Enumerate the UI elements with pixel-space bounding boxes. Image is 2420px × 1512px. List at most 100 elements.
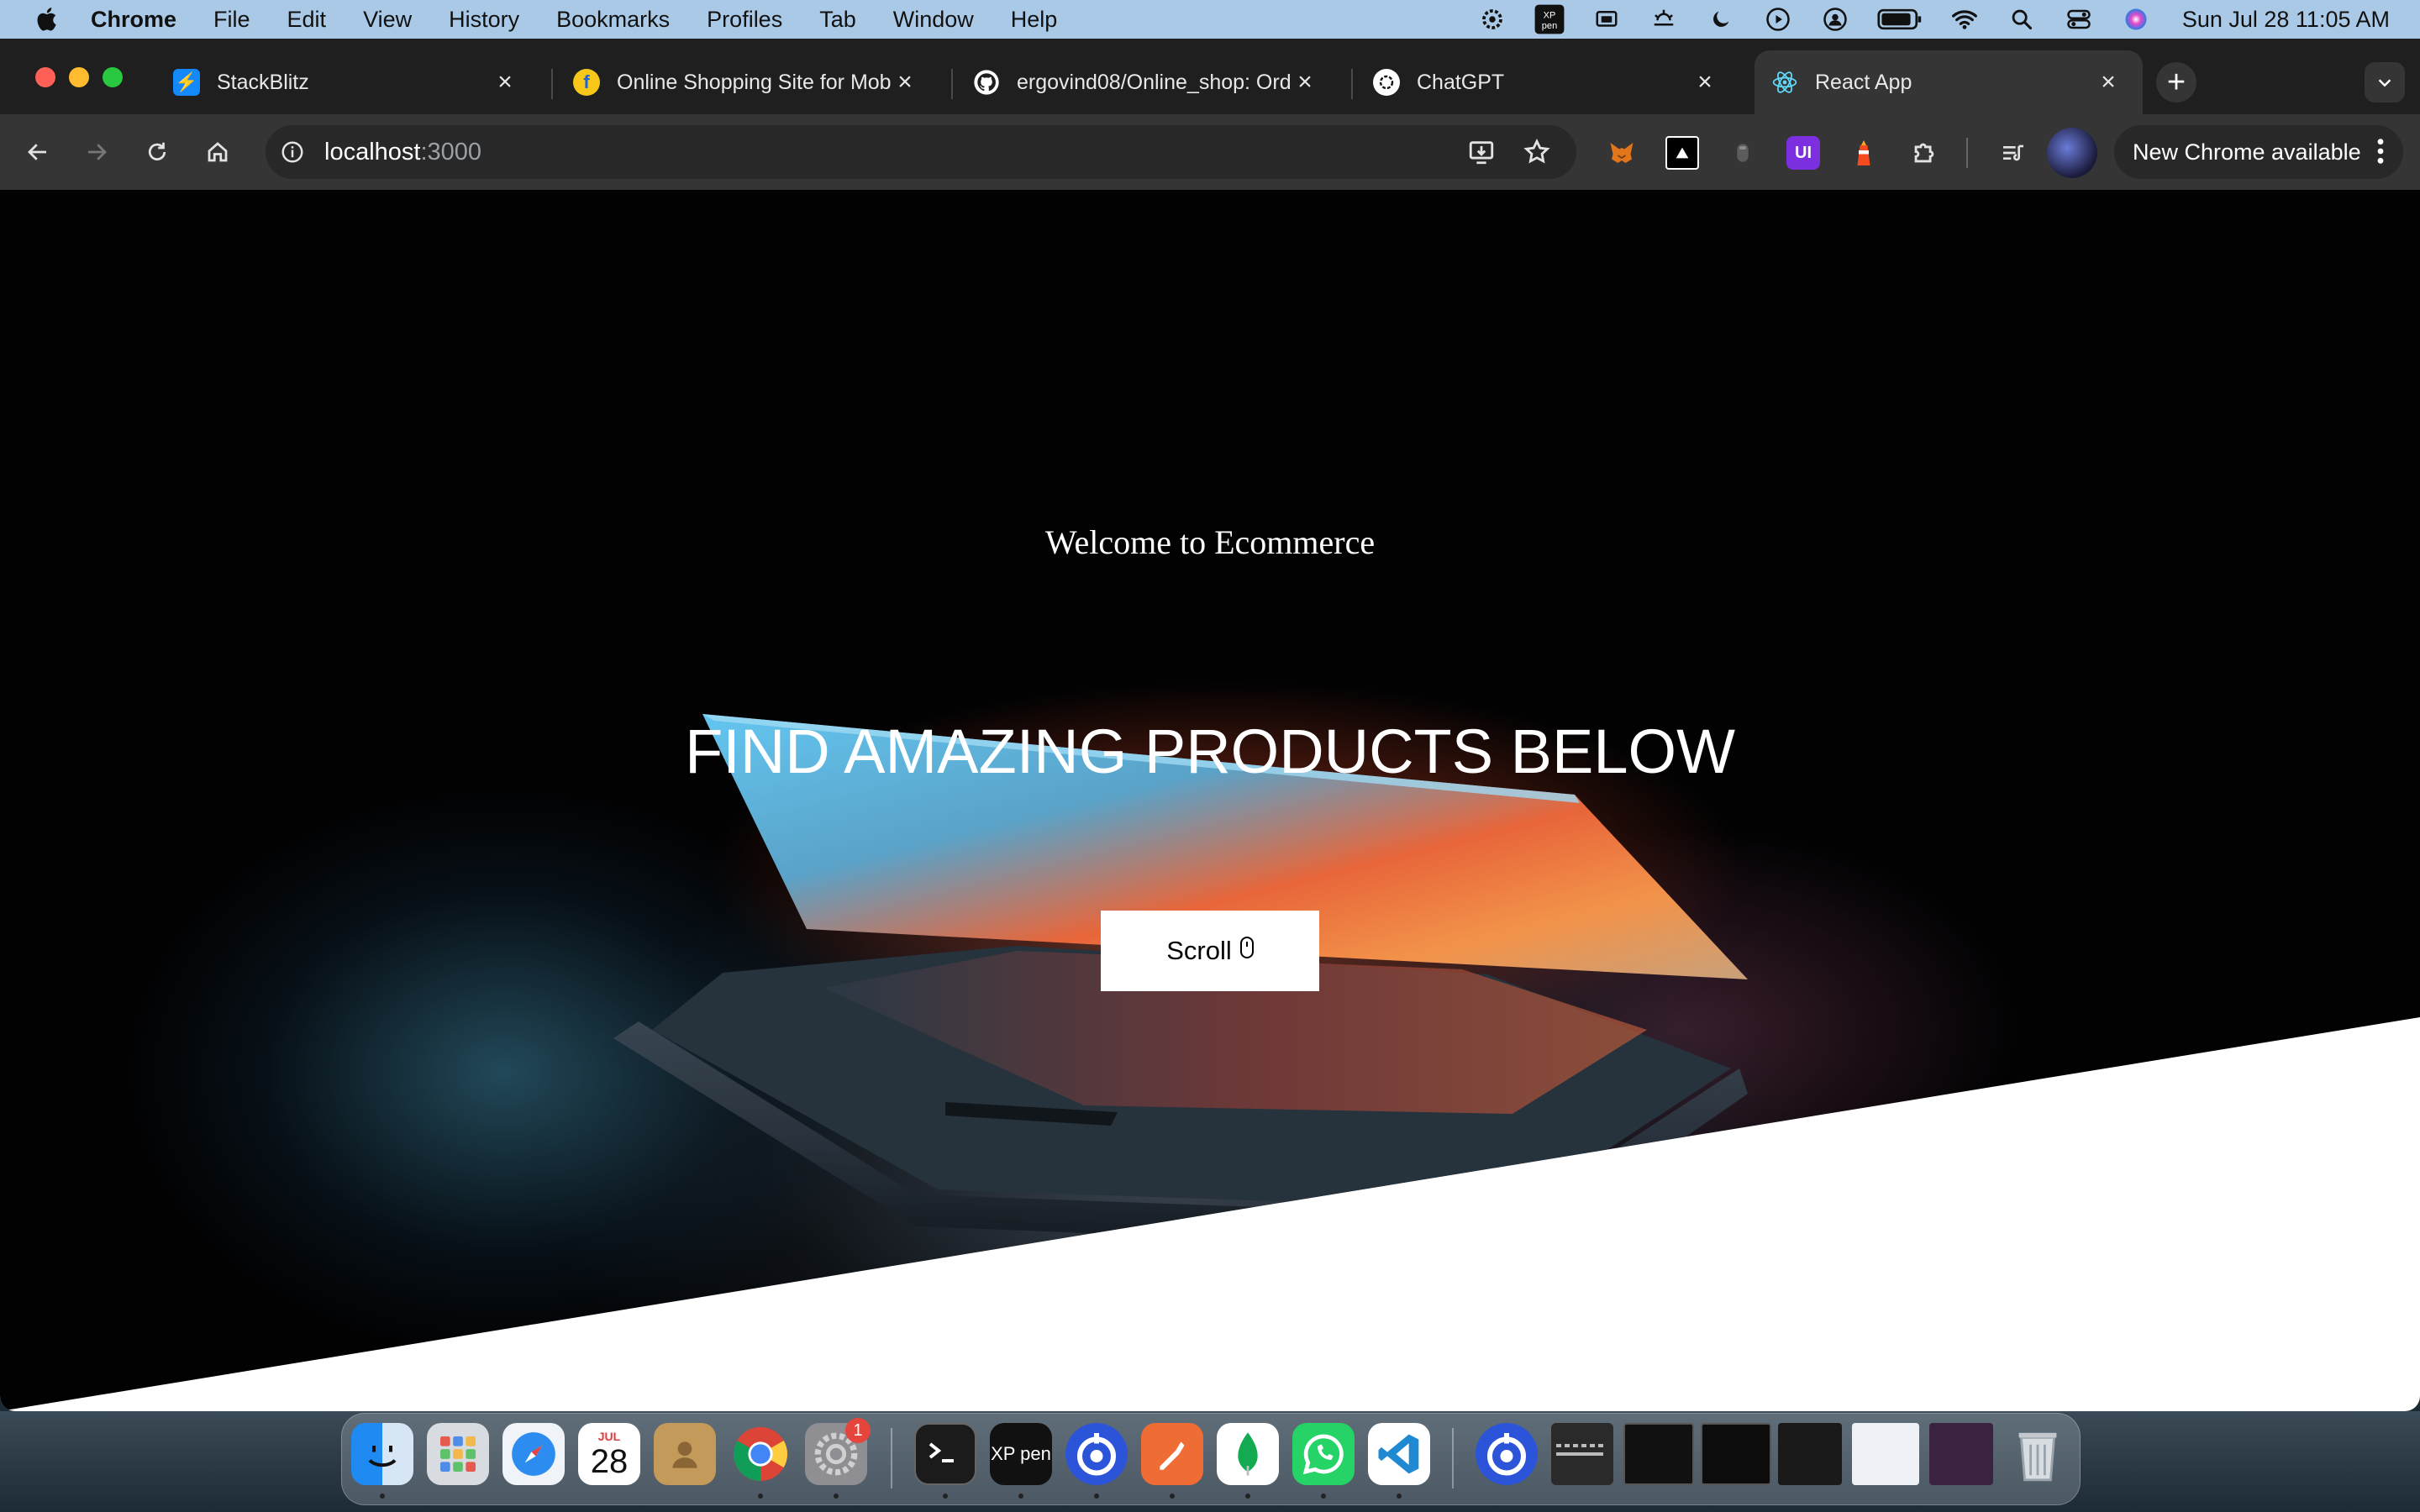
svg-text:XP: XP: [1543, 10, 1555, 20]
browser-toolbar: localhost:3000 UI New Chrome available: [0, 114, 2420, 190]
menu-window[interactable]: Window: [893, 7, 974, 33]
xp-pen-app-icon[interactable]: XP pen: [990, 1423, 1052, 1485]
play-icon[interactable]: [1762, 3, 1794, 35]
contacts-icon[interactable]: [654, 1423, 716, 1485]
window-thumbnail-terminal-2[interactable]: [1701, 1423, 1771, 1485]
reload-button[interactable]: [138, 133, 176, 171]
whatsapp-icon[interactable]: [1292, 1423, 1355, 1485]
zoom-window-button[interactable]: [103, 67, 123, 87]
tab-strip: ⚡ StackBlitz × f Online Shopping Site fo…: [0, 39, 2420, 114]
url-host: localhost: [324, 138, 421, 165]
new-tab-button[interactable]: +: [2156, 62, 2196, 102]
ui-extension-icon[interactable]: UI: [1786, 136, 1820, 170]
sunrise-icon[interactable]: [1648, 3, 1680, 35]
finder-icon[interactable]: [351, 1423, 413, 1485]
menu-history[interactable]: History: [449, 7, 519, 33]
mouse-icon: [1239, 937, 1254, 958]
update-chrome-label: New Chrome available: [2133, 139, 2361, 165]
lighthouse-icon[interactable]: [1847, 136, 1881, 170]
menu-bookmarks[interactable]: Bookmarks: [556, 7, 670, 33]
window-thumbnail-settings[interactable]: [1929, 1423, 1993, 1485]
home-button[interactable]: [198, 133, 237, 171]
menu-app-name[interactable]: Chrome: [91, 7, 176, 33]
apple-icon[interactable]: [34, 5, 62, 34]
window-thumbnail-terminal[interactable]: [1623, 1423, 1694, 1485]
install-app-icon[interactable]: [1462, 133, 1501, 171]
menu-tab[interactable]: Tab: [819, 7, 856, 33]
pen-tablet-icon[interactable]: [1065, 1423, 1128, 1485]
pen-tablet-driver-icon[interactable]: [1476, 1423, 1538, 1485]
screen-mirroring-icon[interactable]: [1591, 3, 1623, 35]
github-icon: [973, 69, 1000, 96]
running-indicator: [1321, 1494, 1326, 1499]
launchpad-icon[interactable]: [427, 1423, 489, 1485]
tab-title: ChatGPT: [1417, 70, 1505, 94]
xp-pen-icon[interactable]: XP pen: [1534, 3, 1565, 35]
postman-icon[interactable]: [1141, 1423, 1203, 1485]
spotlight-icon[interactable]: [2006, 3, 2038, 35]
forward-button[interactable]: [77, 133, 116, 171]
safari-icon[interactable]: [502, 1423, 565, 1485]
chrome-icon[interactable]: [729, 1423, 792, 1485]
control-center-icon[interactable]: [2063, 3, 2095, 35]
user-icon[interactable]: [1819, 3, 1851, 35]
tab-title: Online Shopping Site for Mobi: [617, 70, 892, 94]
moon-icon[interactable]: [1705, 3, 1737, 35]
minimize-window-button[interactable]: [69, 67, 89, 87]
bookmark-star-icon[interactable]: [1518, 133, 1556, 171]
vscode-icon[interactable]: [1368, 1423, 1430, 1485]
dock-separator: [891, 1428, 892, 1488]
close-tab-icon[interactable]: ×: [2096, 68, 2121, 96]
window-thumbnail-chrome[interactable]: [1778, 1423, 1842, 1485]
site-info-icon[interactable]: [277, 137, 308, 167]
svg-text:pen: pen: [1542, 21, 1557, 31]
dock-separator: [1452, 1428, 1454, 1488]
mongodb-icon[interactable]: [1217, 1423, 1279, 1485]
close-tab-icon[interactable]: ×: [1692, 68, 1718, 96]
tab-chatgpt[interactable]: ChatGPT ×: [1356, 50, 1739, 114]
close-tab-icon[interactable]: ×: [1292, 68, 1318, 96]
macos-menu-bar: Chrome File Edit View History Bookmarks …: [0, 0, 2420, 39]
profile-avatar[interactable]: [2047, 128, 2097, 178]
tab-search-button[interactable]: [2365, 62, 2405, 102]
laptop-background-image: [613, 714, 1748, 1250]
running-indicator: [1170, 1494, 1175, 1499]
wifi-icon[interactable]: [1949, 3, 1981, 35]
tab-online-shopping[interactable]: f Online Shopping Site for Mobi ×: [556, 50, 939, 114]
shield-icon[interactable]: [1726, 136, 1760, 170]
menu-help[interactable]: Help: [1011, 7, 1058, 33]
tab-stackblitz[interactable]: ⚡ StackBlitz ×: [156, 50, 539, 114]
menu-view[interactable]: View: [363, 7, 412, 33]
siri-icon[interactable]: [2120, 3, 2152, 35]
menu-file[interactable]: File: [213, 7, 250, 33]
close-tab-icon[interactable]: ×: [492, 68, 518, 96]
trash-icon[interactable]: [2007, 1423, 2069, 1485]
running-indicator: [758, 1494, 763, 1499]
reading-list-icon[interactable]: [1996, 136, 2030, 170]
battery-icon[interactable]: [1876, 3, 1923, 35]
window-thumbnail-chrome-2[interactable]: [1852, 1423, 1919, 1485]
update-chrome-button[interactable]: New Chrome available: [2114, 125, 2403, 179]
metamask-icon[interactable]: [1605, 136, 1639, 170]
menu-profiles[interactable]: Profiles: [707, 7, 782, 33]
address-bar[interactable]: localhost:3000: [266, 125, 1576, 179]
running-indicator: [1018, 1494, 1023, 1499]
window-thumbnail-keyboard[interactable]: [1551, 1423, 1613, 1485]
puzzle-icon[interactable]: [1907, 136, 1941, 170]
close-tab-icon[interactable]: ×: [892, 68, 918, 96]
calendar-icon[interactable]: JUL 28: [578, 1423, 640, 1485]
back-button[interactable]: [18, 133, 57, 171]
running-indicator: [1245, 1494, 1250, 1499]
tab-react-app[interactable]: React App ×: [1754, 50, 2143, 114]
scroll-label: Scroll: [1166, 936, 1232, 965]
notion-icon[interactable]: [1665, 136, 1699, 170]
tab-github[interactable]: ergovind08/Online_shop: Ord ×: [956, 50, 1339, 114]
url-text[interactable]: localhost:3000: [324, 139, 481, 166]
menu-edit[interactable]: Edit: [287, 7, 327, 33]
terminal-icon[interactable]: [914, 1423, 976, 1485]
more-options-icon[interactable]: [2376, 137, 2385, 171]
close-window-button[interactable]: [35, 67, 55, 87]
gear-icon[interactable]: [1476, 3, 1508, 35]
scroll-button[interactable]: Scroll: [1101, 911, 1319, 991]
menubar-clock[interactable]: Sun Jul 28 11:05 AM: [2182, 7, 2390, 33]
